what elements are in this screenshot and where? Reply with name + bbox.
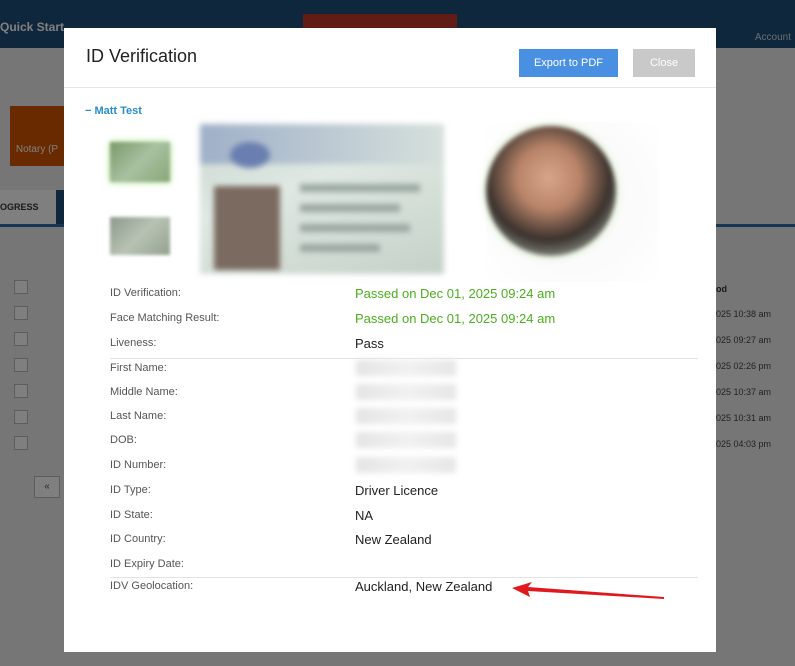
field-value: Passed on Dec 01, 2025 09:24 am (355, 311, 556, 326)
section-divider (110, 358, 698, 359)
field-label: Liveness: (110, 337, 157, 349)
modal-title: ID Verification (86, 46, 198, 66)
redacted-value (356, 408, 456, 424)
annotation-arrow-icon (512, 582, 664, 599)
field-value: NA (355, 508, 374, 523)
field-label: ID Expiry Date: (110, 558, 184, 570)
modal-header: ID Verification Export to PDF Close (64, 28, 716, 88)
field-label: Middle Name: (110, 386, 178, 398)
redacted-value (356, 457, 456, 473)
person-collapse-toggle[interactable]: − Matt Test (85, 105, 142, 117)
redacted-value (356, 384, 456, 400)
id-document-image (200, 124, 444, 274)
export-to-pdf-button[interactable]: Export to PDF (519, 49, 618, 77)
field-label: ID Number: (110, 459, 167, 471)
field-label: Last Name: (110, 410, 167, 422)
id-back-thumbnail[interactable] (110, 217, 170, 255)
redacted-value (356, 432, 456, 448)
field-label: First Name: (110, 362, 167, 374)
field-label: IDV Geolocation: (110, 580, 194, 592)
field-value: Pass (355, 336, 384, 351)
redacted-value (356, 360, 456, 376)
field-value: Auckland, New Zealand (355, 579, 493, 594)
field-label: DOB: (110, 434, 137, 446)
field-label: ID Verification: (110, 287, 181, 299)
selfie-photo (486, 126, 616, 256)
field-label: ID State: (110, 509, 153, 521)
field-value: Driver Licence (355, 483, 439, 498)
section-divider (110, 577, 698, 578)
close-button[interactable]: Close (633, 49, 695, 77)
field-label: Face Matching Result: (110, 312, 220, 324)
id-front-thumbnail[interactable] (110, 142, 170, 182)
field-label: ID Country: (110, 533, 166, 545)
field-value: Passed on Dec 01, 2025 09:24 am (355, 286, 556, 301)
field-value: New Zealand (355, 532, 432, 547)
field-label: ID Type: (110, 484, 151, 496)
id-verification-modal: ID Verification Export to PDF Close − Ma… (64, 28, 716, 652)
